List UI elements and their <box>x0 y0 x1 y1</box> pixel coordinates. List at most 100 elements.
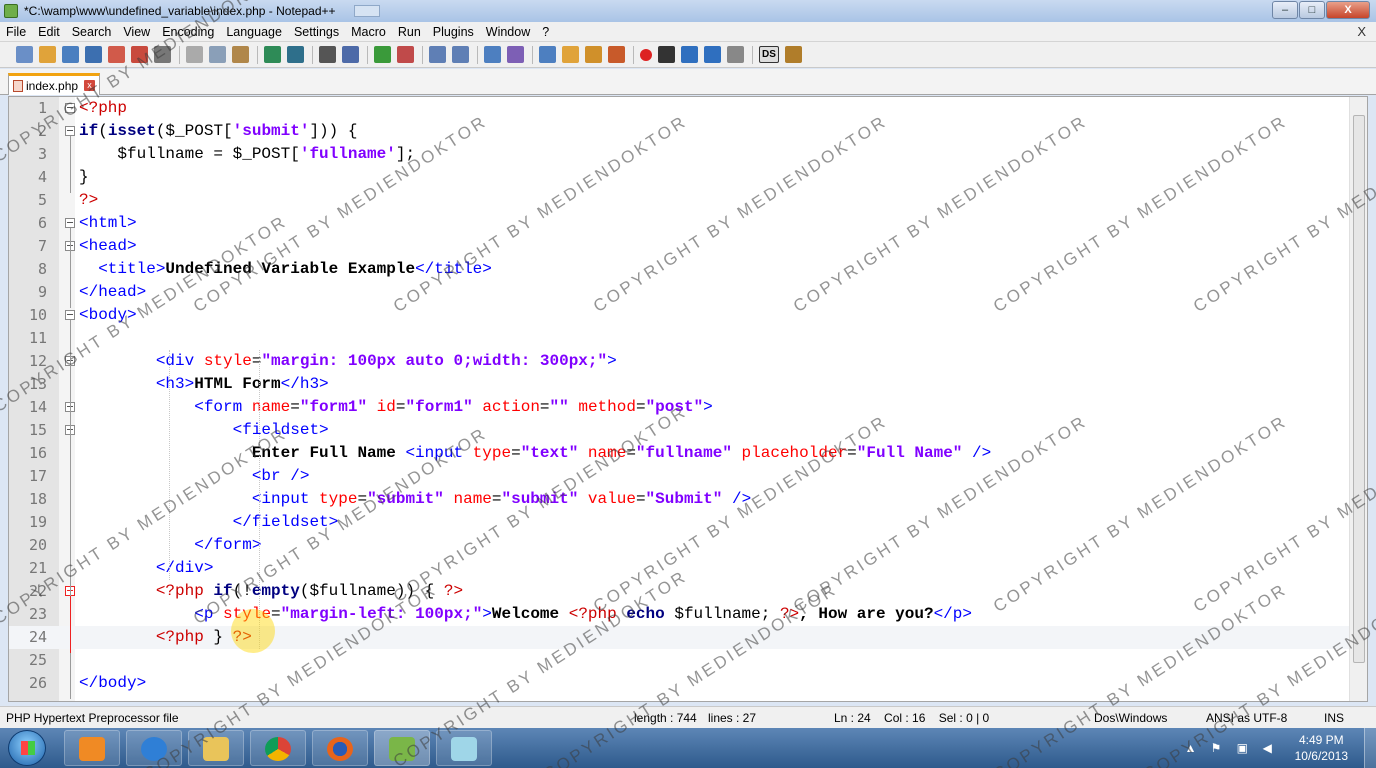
play-macro-icon[interactable] <box>681 46 698 63</box>
fold-toggle-icon[interactable] <box>65 103 75 113</box>
volume-icon[interactable]: ◀ <box>1263 741 1277 755</box>
copy-icon[interactable] <box>209 46 226 63</box>
toolbar-separator <box>257 45 258 64</box>
word-wrap-icon[interactable] <box>484 46 501 63</box>
code-line[interactable]: 1 <?php <box>9 97 1350 120</box>
code-line[interactable]: 17 <br /> <box>9 465 1350 488</box>
code-line[interactable]: 15 <fieldset> <box>9 419 1350 442</box>
taskbar-internet-explorer[interactable] <box>126 730 182 766</box>
code-line[interactable]: 24 <?php } ?> <box>9 626 1350 649</box>
code-line[interactable]: 12 <div style="margin: 100px auto 0;widt… <box>9 350 1350 373</box>
close-window-button[interactable]: X <box>1326 1 1370 19</box>
taskbar-chrome[interactable] <box>250 730 306 766</box>
find-icon[interactable] <box>319 46 336 63</box>
show-desktop-button[interactable] <box>1364 728 1376 768</box>
code-line[interactable]: 2 if(isset($_POST['submit'])) { <box>9 120 1350 143</box>
undo-icon[interactable] <box>264 46 281 63</box>
print-icon[interactable] <box>154 46 171 63</box>
save-icon[interactable] <box>62 46 79 63</box>
doc-map-icon[interactable] <box>608 46 625 63</box>
code-line[interactable]: 4} <box>9 166 1350 189</box>
code-token: $fullname; <box>664 605 780 623</box>
scrollbar-thumb[interactable] <box>1353 115 1365 663</box>
code-line[interactable]: 25 <box>9 649 1350 672</box>
menu-view[interactable]: View <box>117 25 156 39</box>
code-line[interactable]: 8 <title>Undefined Variable Example</tit… <box>9 258 1350 281</box>
start-button[interactable] <box>8 730 46 766</box>
show-all-chars-icon[interactable] <box>507 46 524 63</box>
code-line[interactable]: 26 </body> <box>9 672 1350 695</box>
tab-index-php[interactable]: index.php x <box>8 73 101 95</box>
plugin-icon[interactable] <box>785 46 802 63</box>
new-file-icon[interactable] <box>16 46 33 63</box>
menu-search[interactable]: Search <box>66 25 118 39</box>
taskbar-media-player[interactable] <box>64 730 120 766</box>
menu-run[interactable]: Run <box>392 25 427 39</box>
code-line[interactable]: 23 <p style="margin-left: 100px;">Welcom… <box>9 603 1350 626</box>
code-line[interactable]: 20 </form> <box>9 534 1350 557</box>
network-icon[interactable]: ▣ <box>1237 741 1251 755</box>
code-line[interactable]: 22 <?php if(!empty($fullname)) { ?> <box>9 580 1350 603</box>
show-hidden-icons-icon[interactable]: ▲ <box>1185 741 1199 755</box>
paste-icon[interactable] <box>232 46 249 63</box>
tab-close-icon[interactable]: x <box>84 80 96 91</box>
taskbar-notepad[interactable] <box>436 730 492 766</box>
menu-settings[interactable]: Settings <box>288 25 345 39</box>
zoom-out-icon[interactable] <box>397 46 414 63</box>
fold-toggle-icon[interactable] <box>65 126 75 136</box>
code-line[interactable]: 7 <head> <box>9 235 1350 258</box>
taskbar-firefox[interactable] <box>312 730 368 766</box>
fold-toggle-icon[interactable] <box>65 310 75 320</box>
close-icon[interactable] <box>108 46 125 63</box>
maximize-button[interactable]: □ <box>1299 1 1325 19</box>
vertical-scrollbar[interactable] <box>1349 97 1367 701</box>
sync-vertical-icon[interactable] <box>429 46 446 63</box>
clock[interactable]: 4:49 PM 10/6/2013 <box>1295 732 1348 764</box>
stop-macro-icon[interactable] <box>658 46 675 63</box>
code-line[interactable]: 5 ?> <box>9 189 1350 212</box>
code-line[interactable]: 18 <input type="submit" name="submit" va… <box>9 488 1350 511</box>
indent-guide-icon[interactable] <box>539 46 556 63</box>
code-line[interactable]: 21 </div> <box>9 557 1350 580</box>
save-all-icon[interactable] <box>85 46 102 63</box>
fold-toggle-icon[interactable] <box>65 218 75 228</box>
replace-icon[interactable] <box>342 46 359 63</box>
taskbar-file-explorer[interactable] <box>188 730 244 766</box>
action-center-icon[interactable]: ⚑ <box>1211 741 1225 755</box>
menu-file[interactable]: File <box>0 25 32 39</box>
code-line[interactable]: 19 </fieldset> <box>9 511 1350 534</box>
menu-language[interactable]: Language <box>220 25 288 39</box>
code-line[interactable]: 6 <html> <box>9 212 1350 235</box>
record-macro-icon[interactable] <box>640 48 652 61</box>
code-token: type <box>472 444 512 462</box>
notepad-plus-plus-icon <box>4 4 18 18</box>
code-line[interactable]: 16 Enter Full Name <input type="text" na… <box>9 442 1350 465</box>
menu-encoding[interactable]: Encoding <box>156 25 220 39</box>
close-document-button[interactable]: X <box>1357 24 1366 39</box>
code-line[interactable]: 14 <form name="form1" id="form1" action=… <box>9 396 1350 419</box>
run-macro-multiple-icon[interactable] <box>704 46 721 63</box>
sync-horizontal-icon[interactable] <box>452 46 469 63</box>
zoom-in-icon[interactable] <box>374 46 391 63</box>
code-line[interactable]: 11 <box>9 327 1350 350</box>
code-editor[interactable]: 1 <?php 2 if(isset($_POST['submit'])) {3 $f… <box>8 96 1368 702</box>
menu-plugins[interactable]: Plugins <box>427 25 480 39</box>
code-line[interactable]: 13 <h3>HTML Form</h3> <box>9 373 1350 396</box>
cut-icon[interactable] <box>186 46 203 63</box>
menu-help[interactable]: ? <box>536 25 555 39</box>
ds-plugin-icon[interactable]: DS <box>759 46 779 63</box>
redo-icon[interactable] <box>287 46 304 63</box>
menu-window[interactable]: Window <box>480 25 536 39</box>
open-file-icon[interactable] <box>39 46 56 63</box>
code-line[interactable]: 10 <body> <box>9 304 1350 327</box>
menu-macro[interactable]: Macro <box>345 25 392 39</box>
code-line[interactable]: 3 $fullname = $_POST['fullname']; <box>9 143 1350 166</box>
user-language-icon[interactable] <box>562 46 579 63</box>
close-all-icon[interactable] <box>131 46 148 63</box>
function-list-icon[interactable] <box>585 46 602 63</box>
code-line[interactable]: 9 </head> <box>9 281 1350 304</box>
menu-edit[interactable]: Edit <box>32 25 66 39</box>
minimize-button[interactable]: – <box>1272 1 1298 19</box>
save-macro-icon[interactable] <box>727 46 744 63</box>
taskbar-notepad-plus-plus[interactable] <box>374 730 430 766</box>
